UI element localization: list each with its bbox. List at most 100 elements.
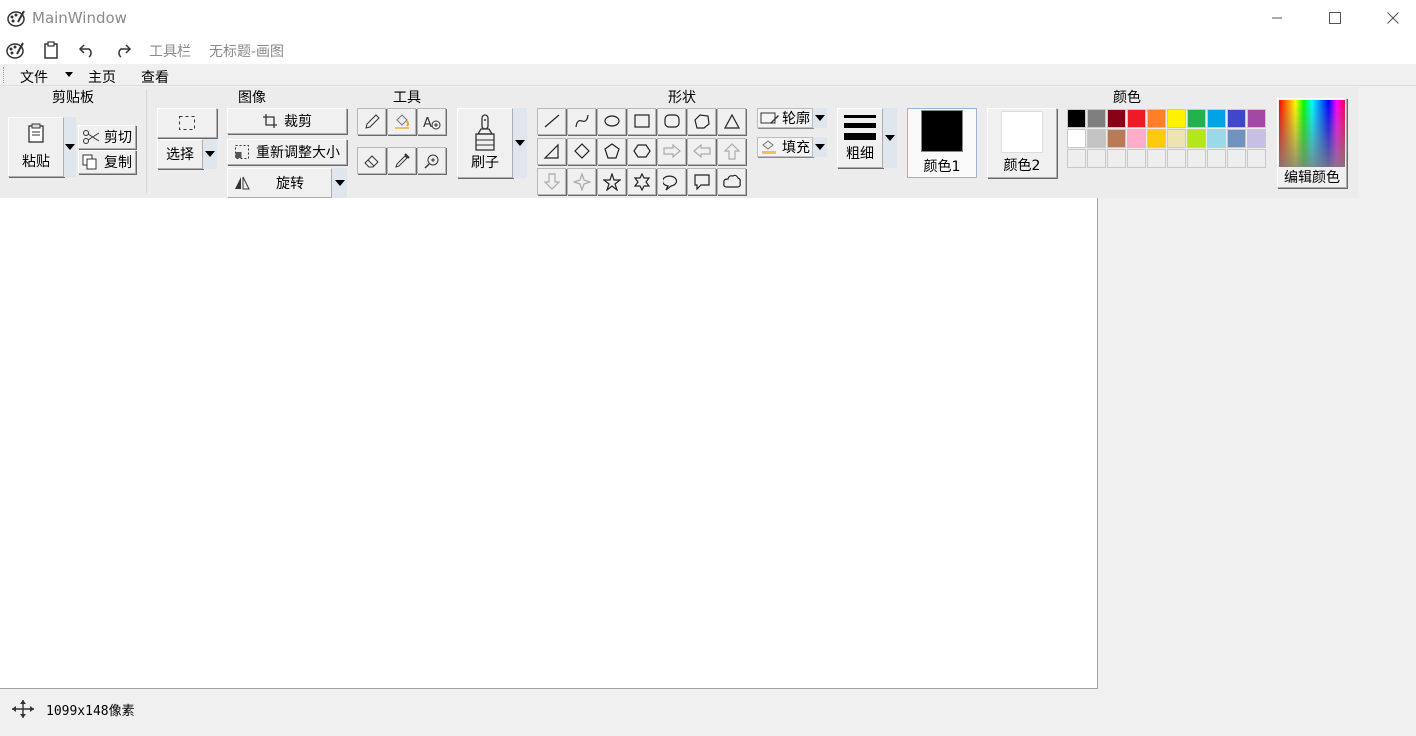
color2-button[interactable]: 颜色2 [987,108,1057,178]
palette-swatch[interactable] [1167,149,1186,168]
fill-style-button[interactable]: 填充 [757,137,813,157]
palette-swatch[interactable] [1207,149,1226,168]
shape-button[interactable] [567,168,596,195]
menu-file-dropdown-icon[interactable] [65,72,73,77]
palette-swatch[interactable] [1167,109,1186,128]
color-picker-button[interactable] [387,147,416,174]
copy-label: 复制 [104,155,132,171]
shape-button[interactable] [717,108,746,135]
shape-button[interactable] [717,168,746,195]
palette-swatch[interactable] [1147,149,1166,168]
shape-button[interactable] [567,108,596,135]
size-button[interactable]: 粗细 [837,108,883,168]
resize-label: 重新调整大小 [256,145,340,161]
shape-button[interactable] [537,168,566,195]
shape-button[interactable] [687,168,716,195]
palette-swatch[interactable] [1087,129,1106,148]
palette-swatch[interactable] [1227,109,1246,128]
palette-swatch[interactable] [1147,109,1166,128]
shape-button[interactable] [687,138,716,165]
fill-button[interactable] [387,108,416,135]
shape-button[interactable] [657,108,686,135]
palette-swatch[interactable] [1247,109,1266,128]
paste-dropdown-button[interactable] [64,117,76,177]
size-dropdown-button[interactable] [883,108,897,168]
shape-button[interactable] [627,138,656,165]
magnifier-button[interactable] [417,147,446,174]
select-region-button[interactable] [157,108,217,138]
line-shape-icon [543,113,561,131]
maximize-button[interactable] [1312,0,1358,36]
outline-button[interactable]: 轮廓 [757,108,813,128]
minimize-button[interactable] [1254,0,1300,36]
palette-swatch[interactable] [1087,149,1106,168]
palette-swatch[interactable] [1247,149,1266,168]
shape-button[interactable] [627,168,656,195]
rotate-button[interactable]: 旋转 [227,168,332,198]
pencil-button[interactable] [357,108,386,135]
palette-swatch[interactable] [1067,129,1086,148]
copy-button[interactable]: 复制 [78,150,136,174]
palette-swatch[interactable] [1247,129,1266,148]
edit-colors-button[interactable]: 编辑颜色 [1277,98,1347,188]
palette-swatch[interactable] [1167,129,1186,148]
select-dropdown-button[interactable] [203,139,217,169]
rectangle-shape-icon [633,113,651,131]
palette-swatch[interactable] [1147,129,1166,148]
crop-button[interactable]: 裁剪 [227,108,347,134]
paste-button[interactable]: 粘贴 [8,117,64,177]
palette-swatch[interactable] [1207,129,1226,148]
outline-dropdown-button[interactable] [813,108,827,128]
drawing-canvas[interactable] [0,198,1098,689]
palette-swatch[interactable] [1107,129,1126,148]
redo-icon[interactable] [110,38,136,62]
undo-icon[interactable] [74,38,100,62]
shape-button[interactable] [567,138,596,165]
shape-button[interactable] [597,138,626,165]
palette-swatch[interactable] [1187,129,1206,148]
eraser-button[interactable] [357,147,386,174]
shape-button[interactable] [597,168,626,195]
palette-swatch[interactable] [1067,149,1086,168]
down-arrow-shape-icon [543,172,561,191]
palette-swatch[interactable] [1127,109,1146,128]
cloud-callout-shape-icon [722,173,741,191]
shape-button[interactable] [657,138,686,165]
shape-button[interactable] [657,168,686,195]
shape-button[interactable] [537,138,566,165]
shape-button[interactable] [687,108,716,135]
palette-swatch[interactable] [1067,109,1086,128]
app-menu-icon[interactable] [2,38,28,62]
palette-swatch[interactable] [1107,149,1126,168]
palette-swatch[interactable] [1127,149,1146,168]
palette-swatch[interactable] [1087,109,1106,128]
clipboard-icon[interactable] [38,38,64,62]
close-button[interactable] [1370,0,1416,36]
brush-dropdown-button[interactable] [513,108,527,178]
shape-button[interactable] [597,108,626,135]
menu-view[interactable]: 查看 [141,67,169,87]
colors-group-title: 颜色 [1113,90,1141,106]
shape-button[interactable] [537,108,566,135]
text-button[interactable]: A [417,108,446,135]
palette-swatch[interactable] [1187,149,1206,168]
palette-swatch[interactable] [1207,109,1226,128]
shape-button[interactable] [627,108,656,135]
palette-swatch[interactable] [1227,129,1246,148]
resize-button[interactable]: 重新调整大小 [227,139,347,165]
palette-swatch[interactable] [1227,149,1246,168]
menu-home[interactable]: 主页 [88,67,116,87]
palette-swatch[interactable] [1127,129,1146,148]
rotate-dropdown-button[interactable] [332,168,347,198]
outline-icon [760,111,780,125]
brush-button[interactable]: 刷子 [457,108,513,178]
palette-swatch[interactable] [1107,109,1126,128]
select-button[interactable]: 选择 [157,139,203,169]
shape-button[interactable] [717,138,746,165]
clipboard-group-title: 剪贴板 [52,90,94,106]
menu-file[interactable]: 文件 [20,67,48,87]
palette-swatch[interactable] [1187,109,1206,128]
fill-style-dropdown-button[interactable] [813,137,827,157]
cut-button[interactable]: 剪切 [78,125,136,149]
color1-button[interactable]: 颜色1 [907,108,977,178]
